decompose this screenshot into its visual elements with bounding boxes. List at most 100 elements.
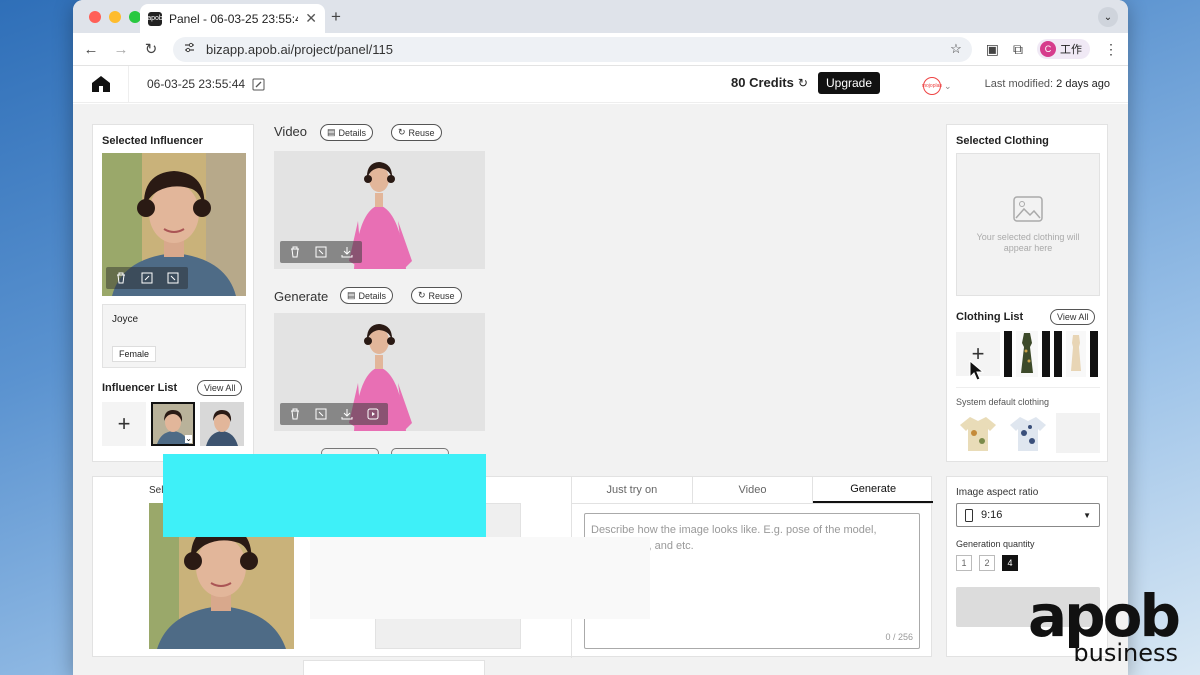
- default-clothing-blue-shirt[interactable]: [1006, 413, 1050, 453]
- profile-chip[interactable]: C 工作: [1037, 39, 1090, 59]
- download-icon[interactable]: [340, 407, 354, 421]
- video-details-button[interactable]: ▤ Details: [320, 124, 374, 141]
- divider: [956, 387, 1100, 388]
- document-icon: ▤: [347, 290, 356, 300]
- caret-down-icon: ▼: [1083, 510, 1091, 520]
- generate-reuse-button[interactable]: ↻ Reuse: [411, 287, 462, 304]
- generate-result-image[interactable]: [274, 313, 485, 431]
- logo-wordmark: apob: [1027, 582, 1181, 650]
- workspace: Selected Influencer Joyce Female Influen…: [73, 104, 1128, 675]
- site-info-icon[interactable]: [183, 41, 196, 57]
- quantity-options: 1 2 4: [956, 555, 1018, 571]
- edit-icon[interactable]: [140, 271, 154, 285]
- default-clothing-empty[interactable]: [1056, 413, 1100, 453]
- clothing-list-title: Clothing List: [956, 311, 1024, 323]
- browser-window: apob Panel - 06-03-25 23:55:44 ✕ + ⌄ ← →…: [73, 0, 1128, 675]
- white-overlay-block: [310, 537, 650, 619]
- selected-label: Sel: [149, 485, 164, 496]
- project-name: 06-03-25 23:55:44: [147, 77, 265, 91]
- tab-search-chevron-icon[interactable]: ⌄: [1098, 7, 1118, 27]
- avatar: C: [1040, 41, 1056, 57]
- back-arrow-icon[interactable]: ←: [83, 41, 99, 58]
- add-influencer-button[interactable]: +: [102, 402, 146, 446]
- video-convert-icon[interactable]: [366, 407, 380, 421]
- selected-clothing-placeholder[interactable]: Your selected clothing will appear here: [956, 153, 1100, 296]
- more-menu-icon[interactable]: ⋮: [1104, 41, 1118, 58]
- trash-icon[interactable]: [114, 271, 128, 285]
- brand-selector[interactable]: mojoplan ⌄: [922, 77, 952, 95]
- system-default-clothing-list: [956, 413, 1100, 453]
- clothing-thumb-dark[interactable]: [1042, 331, 1050, 377]
- close-tab-icon[interactable]: ✕: [305, 10, 317, 27]
- brand-logo: mojoplan: [922, 77, 942, 95]
- influencer-panel: Selected Influencer Joyce Female Influen…: [92, 124, 254, 462]
- cyan-overlay-block: [163, 454, 486, 537]
- project-name-text: 06-03-25 23:55:44: [147, 77, 246, 91]
- tab-title: Panel - 06-03-25 23:55:44: [169, 11, 299, 26]
- document-icon: ▤: [327, 127, 336, 137]
- clothing-thumb-dark[interactable]: [1090, 331, 1098, 377]
- add-clothing-button[interactable]: +: [956, 332, 1000, 381]
- expand-icon[interactable]: [314, 407, 328, 421]
- details-label: Details: [338, 127, 367, 138]
- upgrade-button[interactable]: Upgrade: [818, 72, 881, 94]
- influencer-list-title: Influencer List: [102, 382, 178, 394]
- tab-video[interactable]: Video: [693, 477, 814, 503]
- clothing-list: +: [956, 331, 1098, 381]
- app-header: 06-03-25 23:55:44 80 Credits ↻ Upgrade m…: [73, 65, 1128, 103]
- last-modified: Last modified: 2 days ago: [985, 78, 1110, 90]
- minimize-window-button[interactable]: [109, 11, 121, 23]
- trash-icon[interactable]: [288, 407, 302, 421]
- generate-details-button[interactable]: ▤ Details: [340, 287, 394, 304]
- browser-tab[interactable]: apob Panel - 06-03-25 23:55:44 ✕: [140, 4, 325, 33]
- phone-icon: [965, 508, 973, 522]
- clothing-panel-title: Selected Clothing: [956, 135, 1049, 147]
- influencer-photo-actions: [106, 267, 188, 289]
- expand-icon[interactable]: [314, 245, 328, 259]
- edit-icon[interactable]: [252, 78, 265, 91]
- influencer-view-all-button[interactable]: View All: [197, 380, 243, 396]
- aspect-ratio-select[interactable]: 9:16 ▼: [956, 503, 1100, 527]
- extension-icon[interactable]: ▣: [986, 41, 999, 58]
- home-button[interactable]: [73, 65, 129, 103]
- mode-tabs: Just try on Video Generate: [572, 477, 934, 504]
- credits-display: 80 Credits ↻: [731, 75, 808, 90]
- forward-arrow-icon[interactable]: →: [113, 41, 129, 58]
- influencer-photo[interactable]: [102, 153, 246, 296]
- influencer-panel-title: Selected Influencer: [102, 135, 203, 147]
- refresh-icon[interactable]: ↻: [798, 76, 808, 90]
- quantity-option-2[interactable]: 2: [979, 555, 995, 571]
- puzzle-icon[interactable]: ⧉: [1013, 41, 1023, 58]
- trash-icon[interactable]: [288, 245, 302, 259]
- reuse-label: Reuse: [408, 127, 435, 138]
- tab-generate[interactable]: Generate: [813, 477, 934, 503]
- clothing-thumb-dark[interactable]: [1054, 331, 1062, 377]
- tab-just-try-on[interactable]: Just try on: [572, 477, 693, 503]
- influencer-thumb[interactable]: [200, 402, 244, 446]
- video-reuse-button[interactable]: ↻ Reuse: [391, 124, 442, 141]
- influencer-list: + ⌄: [102, 402, 244, 446]
- tab-strip: apob Panel - 06-03-25 23:55:44 ✕ + ⌄: [73, 0, 1128, 33]
- credits-text: 80 Credits: [731, 75, 794, 90]
- video-result-label: Video: [274, 124, 308, 139]
- clothing-thumb-floral-dress[interactable]: [1016, 331, 1038, 377]
- default-clothing-floral-shirt[interactable]: [956, 413, 1000, 453]
- quantity-option-4[interactable]: 4: [1002, 555, 1018, 571]
- clothing-thumb-beige-dress[interactable]: [1066, 331, 1086, 377]
- char-count: 0 / 256: [885, 632, 913, 642]
- quantity-option-1[interactable]: 1: [956, 555, 972, 571]
- url-text: bizapp.apob.ai/project/panel/115: [206, 41, 393, 57]
- bookmark-star-icon[interactable]: ☆: [950, 41, 962, 57]
- influencer-thumb-selected[interactable]: ⌄: [151, 402, 195, 446]
- reload-icon[interactable]: ↻: [143, 40, 159, 58]
- video-result-image[interactable]: [274, 151, 485, 269]
- close-window-button[interactable]: [89, 11, 101, 23]
- download-icon[interactable]: [340, 245, 354, 259]
- expand-icon[interactable]: [166, 271, 180, 285]
- new-tab-icon[interactable]: +: [331, 7, 341, 27]
- clothing-thumb-dark[interactable]: [1004, 331, 1012, 377]
- address-bar[interactable]: bizapp.apob.ai/project/panel/115 ☆: [173, 36, 972, 62]
- browser-toolbar: ← → ↻ bizapp.apob.ai/project/panel/115 ☆…: [73, 33, 1128, 66]
- system-default-title: System default clothing: [956, 397, 1050, 407]
- clothing-view-all-button[interactable]: View All: [1050, 309, 1096, 325]
